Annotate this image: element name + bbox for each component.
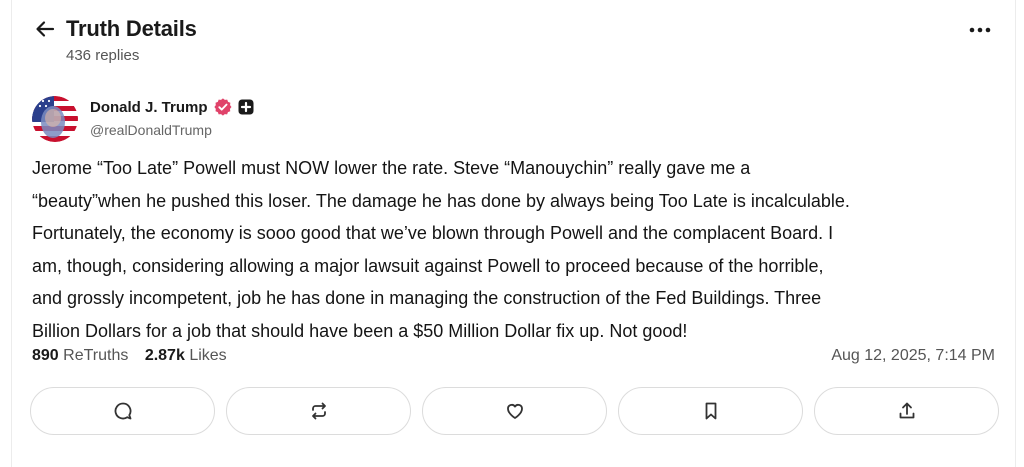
avatar[interactable] [32,96,78,142]
page-title: Truth Details [66,16,197,41]
share-button[interactable] [814,387,999,435]
action-bar [30,387,999,435]
post-line: “beauty”when he pushed this loser. The d… [32,190,850,211]
post-body: Jerome “Too Late” Powell must NOW lower … [32,152,1002,347]
header: Truth Details 436 replies [32,14,995,66]
heart-icon [506,403,523,419]
author-handle[interactable]: @realDonaldTrump [90,122,212,138]
post-timestamp: Aug 12, 2025, 7:14 PM [831,347,995,364]
post-detail-page: Truth Details 436 replies Donald J. Trum… [11,0,1016,467]
author-name-row: Donald J. Trump [90,98,254,116]
post-line: Jerome “Too Late” Powell must NOW lower … [32,158,751,178]
likes-label: Likes [189,347,227,364]
reply-count: 436 replies [66,47,140,64]
plus-badge-icon [238,99,254,115]
retruths-label: ReTruths [63,347,129,364]
bookmark-icon [705,402,716,420]
share-icon [899,402,914,419]
retruths-count: 890 [32,347,59,364]
likes-stat[interactable]: 2.87k Likes [145,347,227,365]
avatar-image [32,96,78,142]
author-name[interactable]: Donald J. Trump [90,99,208,116]
post-line: and grossly incompetent, job he has done… [32,288,822,308]
retruth-icon [311,402,326,420]
more-dots-icon [969,27,991,33]
reply-bubble-icon [114,402,131,420]
retruth-button[interactable] [226,387,411,435]
post-line: Billion Dollars for a job that should ha… [32,320,688,341]
verified-badge-icon [213,98,231,116]
back-button[interactable] [32,16,58,42]
arrow-left-icon [36,21,55,37]
retruths-stat[interactable]: 890 ReTruths [32,347,128,365]
post-line: Fortunately, the economy is sooo good th… [32,223,834,243]
likes-count: 2.87k [144,347,185,364]
reply-button[interactable] [30,387,215,435]
post-line: am, though, considering allowing a major… [32,255,824,276]
author-block: Donald J. Trump @realDonaldTrump [32,96,995,142]
like-button[interactable] [422,387,607,435]
more-options-button[interactable] [965,20,995,40]
stats-row: 890 ReTruths 2.87k Likes Aug 12, 2025, 7… [32,347,995,369]
bookmark-button[interactable] [618,387,803,435]
